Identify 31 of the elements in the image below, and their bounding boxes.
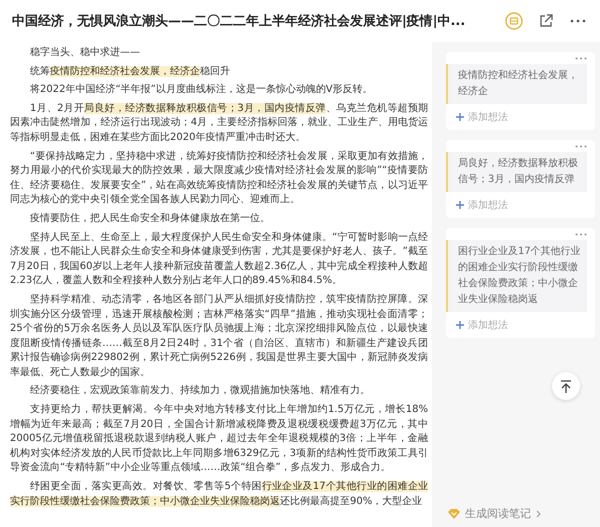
article-paragraph: 疫情要防住，把人民生命安全和身体健康放在第一位。 — [29, 212, 271, 226]
article-paragraph: 纾困更全面，落实更高效。对餐饮、零售等5个特困行业企业及17个其他行业的困难企业实行阶段性缓缴社会保险费政策；中小微企业失业保险稳岗返还比例最高提至90%，大型企业 — [10, 480, 428, 509]
more-icon — [570, 19, 586, 23]
more-icon[interactable] — [575, 233, 587, 236]
article-paragraph: 统筹疫情防控和经济社会发展，经济企稳回升 — [29, 64, 231, 79]
add-thought-link[interactable]: 添加想法 — [456, 318, 508, 332]
plus-icon — [456, 113, 464, 121]
article-paragraph: 稳字当头、稳中求进—— — [29, 46, 141, 60]
note-quote: 困行业企业及17个其他行业的困难企业实行阶段性缓缴社会保险费政策；中小微企业失业保险稳岗返 — [446, 240, 587, 312]
article-paragraph: 将2022年中国经济“半年报”以月度曲线标注，这是一条惊心动魄的V形反转。 — [29, 83, 374, 98]
plus-icon — [456, 321, 464, 329]
arrow-up-icon — [560, 380, 572, 392]
article-title: 中国经济，无惧风浪立潮头——二〇二二年上半年经济社会发展述评|疫情|中... — [12, 12, 466, 30]
article-paragraph: “要保持战略定力，坚持稳中求进，统筹好疫情防控和经济社会发展，采取更加有效措施，努力用最小的代价实现最大的防控效果，最大限度减少疫情对经济社会发展的影响”“疫情要防住、经济要稳住、发展要安全”，站在高效统筹疫情防控和经济社会发展的关键节点，以习近平同志为核心的党中央引领全党全国各族人民勠力同心、迎难而上。 — [10, 150, 428, 208]
add-thought-link[interactable]: 添加想法 — [456, 198, 508, 212]
article-paragraph: 支持更给力，帮扶更解渴。今年中央对地方转移支付比上年增加约1.5万亿元，增长18%增幅为近年来最高；截至7月20日，全国合计新增减税降费及退税缓税缓费超3万亿元，其中20005亿元增值税留抵退税款退到纳税人账户，超过去年全年退税规模的3倍；上半年，金融机构对实体经济发放的人民币贷款比上年同期多增6329亿元，3项新的结构性货币政策工具引导资金流向“专精特新”中小企业等重点领域……政策“组合拳”，多点发力、形成合力。 — [10, 403, 428, 476]
note-quote: 局良好，经济数据释放积极信号；3月，国内疫情反弹 — [446, 152, 587, 192]
add-thought-link[interactable]: 添加想法 — [456, 110, 508, 124]
more-icon[interactable] — [575, 145, 587, 148]
diamond-icon — [448, 508, 460, 518]
article-paragraph: 经济要稳住，宏观政策靠前发力、持续加力，微观措施加快落地、精准有力。 — [29, 384, 371, 398]
more-icon[interactable] — [575, 57, 587, 60]
scroll-top-button[interactable] — [552, 372, 580, 400]
chevron-right-icon — [536, 510, 541, 518]
note-quote: 疫情防控和经济社会发展，经济企 — [446, 64, 587, 104]
article-paragraph: 坚持科学精准、动态清零，各地区各部门从严从细抓好疫情防控，筑牢疫情防控屏障。深圳实施分区分级管理，迅速开展核酸检测；吉林严格落实“四早”措施，推动实现社会面清零；25个省份的5万余名医务人员以及军队医疗队员驰援上海；北京深挖细排风险点位，以最快速度阻断疫情传播链条……截至8月2日24时，31个省（自治区、直辖市）和新疆生产建设兵团累计报告确诊病例229802例，累计死亡病例5226例，我国是世界主要大国中，新冠肺炎发病率最低、死亡人数最少的国家。 — [10, 292, 428, 380]
share-icon — [538, 13, 554, 29]
plus-icon — [456, 201, 464, 209]
generate-notes-link[interactable]: 生成阅读笔记 — [446, 506, 541, 521]
article-paragraph: 1月、2月开局良好，经济数据释放积极信号；3月，国内疫情反弹、乌克兰危机等超预期因素冲击陡然增加，经济运行出现波动；4月，主要经济指标回落，就业、工业生产、用电货运等指标明显走低，困难在某些方面比2020年疫情严重冲击时还大。 — [10, 102, 428, 145]
article-paragraph: 坚持人民至上、生命至上，最大程度保护人民生命安全和身体健康。“宁可暂时影响一点经济发展，也不能让人民群众生命安全和身体健康受到伤害，尤其是要保护好老人、孩子。”截至7月20日，我国60岁以上老年人接种新冠疫苗覆盖人数超2.36亿人，其中完成全程接种人数超2.23亿人，覆盖人数和全程接种人数分别占老年人口的89.45%和84.5%。 — [10, 230, 428, 288]
